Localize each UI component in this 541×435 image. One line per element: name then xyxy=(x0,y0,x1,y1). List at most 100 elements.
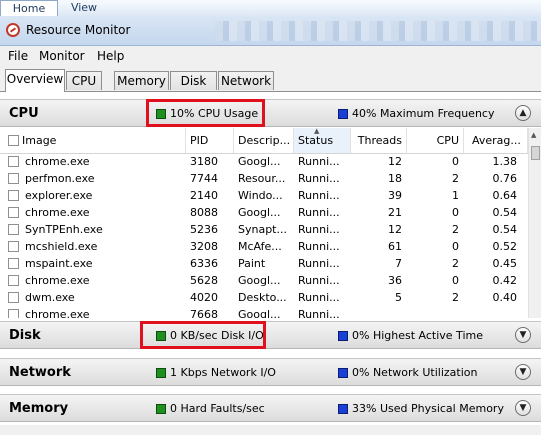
column-status[interactable]: ▲ Status xyxy=(294,127,351,153)
table-row[interactable]: mspaint.exe 6336 Paint Runni... 7 2 0.45 xyxy=(0,255,528,272)
cell-threads: 18 xyxy=(388,172,402,185)
cell-status: Runni... xyxy=(298,274,340,287)
tab-network[interactable]: Network xyxy=(218,71,274,90)
row-checkbox[interactable] xyxy=(8,224,19,235)
memory-section-header[interactable]: Memory 0 Hard Faults/sec 33% Used Physic… xyxy=(0,394,541,422)
column-cpu[interactable]: CPU xyxy=(407,128,464,153)
cell-image: mcshield.exe xyxy=(25,240,98,253)
table-row[interactable]: mcshield.exe 3208 McAfe... Runni... 61 0 0.52 xyxy=(0,238,528,255)
cell-cpu: 2 xyxy=(452,257,459,270)
cell-pid: 5628 xyxy=(190,274,218,287)
cell-threads: 36 xyxy=(388,274,402,287)
cell-description: Synapt... xyxy=(238,223,287,236)
row-checkbox[interactable] xyxy=(8,258,19,269)
cell-pid: 3208 xyxy=(190,240,218,253)
cell-pid: 7744 xyxy=(190,172,218,185)
column-average-cpu[interactable]: Averag... xyxy=(464,128,528,153)
cell-threads: 7 xyxy=(395,257,402,270)
tab-cpu[interactable]: CPU xyxy=(66,71,102,90)
cell-threads xyxy=(351,306,402,318)
column-pid[interactable]: PID xyxy=(186,128,234,153)
cell-average-cpu: 0.45 xyxy=(492,257,518,270)
cell-image: SynTPEnh.exe xyxy=(25,223,103,236)
scrollbar-thumb[interactable] xyxy=(531,146,540,160)
network-section-title: Network xyxy=(9,365,71,380)
ribbon-tab-home[interactable]: Home xyxy=(0,0,58,16)
cell-pid: 5236 xyxy=(190,223,218,236)
active-time-text: 0% Highest Active Time xyxy=(352,329,483,342)
tab-memory[interactable]: Memory xyxy=(114,71,169,90)
tab-disk[interactable]: Disk xyxy=(170,71,217,90)
cell-description: Googl... xyxy=(238,308,281,318)
cpu-section-title: CPU xyxy=(9,106,39,121)
column-image[interactable]: Image xyxy=(0,128,186,153)
max-frequency-indicator-icon xyxy=(338,109,348,119)
vertical-scrollbar[interactable]: ▲ xyxy=(528,128,541,318)
column-image-label: Image xyxy=(22,134,57,147)
table-row[interactable]: chrome.exe 7668 Googl... Runni... xyxy=(0,306,528,318)
cell-average-cpu: 0.42 xyxy=(492,274,518,287)
cell-description: Resour... xyxy=(238,172,286,185)
cell-average-cpu: 0.40 xyxy=(492,291,518,304)
cell-threads: 21 xyxy=(388,206,402,219)
cell-status: Runni... xyxy=(298,291,340,304)
table-row[interactable]: perfmon.exe 7744 Resour... Runni... 18 2 0.76 xyxy=(0,170,528,187)
column-description-label: Descrip... xyxy=(238,134,291,147)
disk-section-header[interactable]: Disk 0 KB/sec Disk I/O 0% Highest Active… xyxy=(0,321,541,349)
cell-description: Windo... xyxy=(238,189,283,202)
cpu-section-header[interactable]: CPU 10% CPU Usage 40% Maximum Frequency … xyxy=(0,99,541,127)
row-checkbox[interactable] xyxy=(8,190,19,201)
cell-image: chrome.exe xyxy=(25,274,90,287)
row-checkbox[interactable] xyxy=(8,207,19,218)
cell-image: perfmon.exe xyxy=(25,172,95,185)
chevron-down-icon[interactable]: ▼ xyxy=(515,327,531,343)
chevron-down-icon[interactable]: ▼ xyxy=(515,364,531,380)
cell-status: Runni... xyxy=(298,172,340,185)
tab-overview[interactable]: Overview xyxy=(5,69,65,92)
cell-image: chrome.exe xyxy=(25,206,90,219)
cell-cpu: 2 xyxy=(452,172,459,185)
cell-status: Runni... xyxy=(298,257,340,270)
network-io-indicator-icon xyxy=(156,368,166,378)
table-row[interactable]: explorer.exe 2140 Windo... Runni... 39 1 0.64 xyxy=(0,187,528,204)
select-all-checkbox[interactable] xyxy=(8,135,19,146)
ribbon-tab-view[interactable]: View xyxy=(60,0,108,15)
cell-threads: 61 xyxy=(388,240,402,253)
menu-file[interactable]: File xyxy=(8,49,28,63)
table-row[interactable]: chrome.exe 3180 Googl... Runni... 12 0 1.38 xyxy=(0,153,528,170)
cell-threads: 39 xyxy=(388,189,402,202)
table-row[interactable]: SynTPEnh.exe 5236 Synapt... Runni... 12 2 0.54 xyxy=(0,221,528,238)
menu-help[interactable]: Help xyxy=(97,49,124,63)
column-description[interactable]: Descrip... xyxy=(234,128,294,153)
cell-cpu xyxy=(407,306,459,318)
table-row[interactable]: chrome.exe 5628 Googl... Runni... 36 0 0.42 xyxy=(0,272,528,289)
row-checkbox[interactable] xyxy=(8,241,19,252)
cell-description: McAfe... xyxy=(238,240,282,253)
row-checkbox[interactable] xyxy=(8,309,19,318)
cell-description: Googl... xyxy=(238,206,281,219)
physical-memory-indicator-icon xyxy=(338,404,348,414)
menu-monitor[interactable]: Monitor xyxy=(39,49,85,63)
window-title: Resource Monitor xyxy=(26,23,131,37)
cell-cpu: 2 xyxy=(452,291,459,304)
memory-section-title: Memory xyxy=(9,401,69,416)
row-checkbox[interactable] xyxy=(8,156,19,167)
row-checkbox[interactable] xyxy=(8,275,19,286)
table-row[interactable]: chrome.exe 8088 Googl... Runni... 21 0 0.54 xyxy=(0,204,528,221)
row-checkbox[interactable] xyxy=(8,173,19,184)
cell-status: Runni... xyxy=(298,206,340,219)
table-row[interactable]: dwm.exe 4020 Deskto... Runni... 5 2 0.40 xyxy=(0,289,528,306)
network-section-header[interactable]: Network 1 Kbps Network I/O 0% Network Ut… xyxy=(0,358,541,386)
scroll-up-icon[interactable]: ▲ xyxy=(531,131,536,139)
column-cpu-label: CPU xyxy=(436,134,459,147)
cell-average-cpu: 0.52 xyxy=(492,240,518,253)
process-table-body: chrome.exe 3180 Googl... Runni... 12 0 1.38 per… xyxy=(0,153,528,318)
cell-cpu: 0 xyxy=(452,240,459,253)
cell-pid: 2140 xyxy=(190,189,218,202)
window-bottom-edge xyxy=(0,425,541,435)
column-threads[interactable]: Threads xyxy=(351,128,407,153)
chevron-down-icon[interactable]: ▼ xyxy=(515,400,531,416)
cell-threads: 12 xyxy=(388,223,402,236)
row-checkbox[interactable] xyxy=(8,292,19,303)
chevron-up-icon[interactable]: ▲ xyxy=(515,105,531,121)
